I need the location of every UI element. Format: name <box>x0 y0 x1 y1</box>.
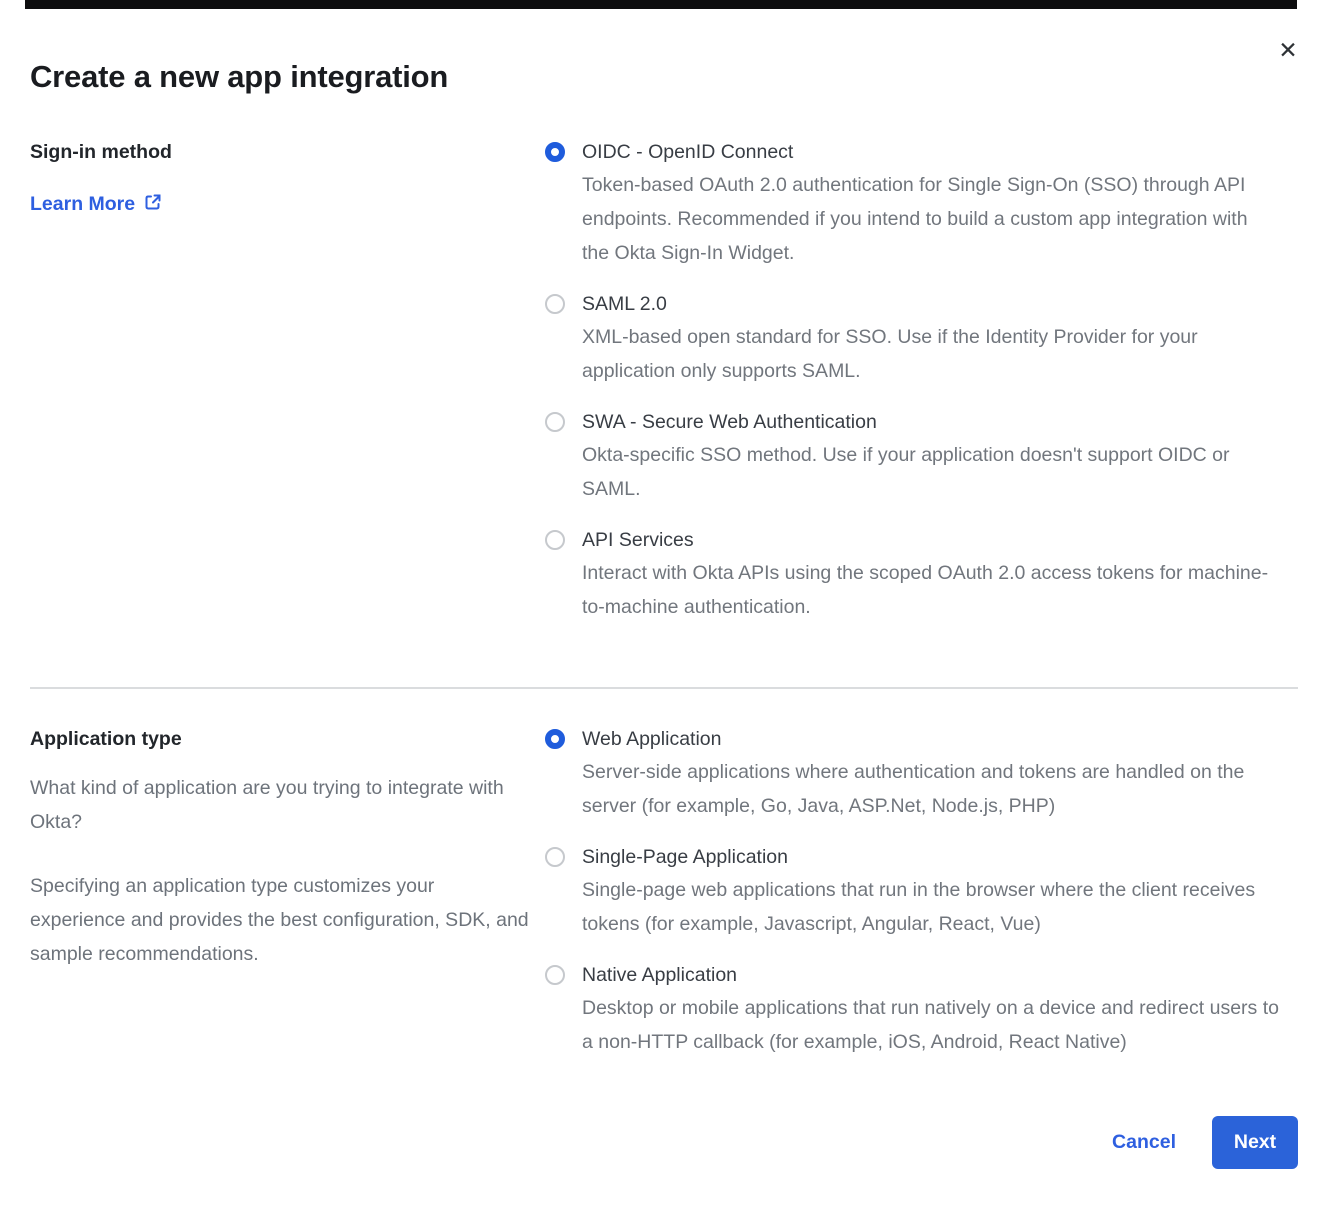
option-description: Server-side applications where authentic… <box>582 755 1280 823</box>
option-label: OIDC - OpenID Connect <box>582 140 1280 164</box>
create-app-integration-dialog: ✕ Create a new app integration Sign-in m… <box>0 0 1332 1210</box>
sign-in-method-label: Sign-in method <box>30 140 545 164</box>
option-description: Okta-specific SSO method. Use if your ap… <box>582 438 1280 506</box>
radio-option-saml[interactable]: SAML 2.0 XML-based open standard for SSO… <box>545 292 1280 388</box>
application-type-label: Application type <box>30 727 545 751</box>
radio-native-application-icon[interactable] <box>545 965 565 985</box>
radio-option-native-application[interactable]: Native Application Desktop or mobile app… <box>545 963 1280 1059</box>
radio-option-oidc[interactable]: OIDC - OpenID Connect Token-based OAuth … <box>545 140 1280 270</box>
section-divider <box>30 687 1298 689</box>
radio-option-swa[interactable]: SWA - Secure Web Authentication Okta-spe… <box>545 410 1280 506</box>
option-label: API Services <box>582 528 1280 552</box>
radio-swa-icon[interactable] <box>545 412 565 432</box>
option-description: Interact with Okta APIs using the scoped… <box>582 556 1280 624</box>
learn-more-link[interactable]: Learn More <box>30 191 162 216</box>
cancel-button[interactable]: Cancel <box>1112 1131 1176 1154</box>
option-description: Single-page web applications that run in… <box>582 873 1280 941</box>
option-label: SAML 2.0 <box>582 292 1280 316</box>
application-type-section: Application type What kind of applicatio… <box>30 727 1298 1059</box>
radio-oidc-icon[interactable] <box>545 142 565 162</box>
application-type-question: What kind of application are you trying … <box>30 771 535 839</box>
radio-single-page-application-icon[interactable] <box>545 847 565 867</box>
option-label: Single-Page Application <box>582 845 1280 869</box>
radio-web-application-icon[interactable] <box>545 729 565 749</box>
radio-saml-icon[interactable] <box>545 294 565 314</box>
option-description: XML-based open standard for SSO. Use if … <box>582 320 1280 388</box>
radio-option-web-application[interactable]: Web Application Server-side applications… <box>545 727 1280 823</box>
option-label: Native Application <box>582 963 1280 987</box>
option-label: SWA - Secure Web Authentication <box>582 410 1280 434</box>
option-label: Web Application <box>582 727 1280 751</box>
option-description: Token-based OAuth 2.0 authentication for… <box>582 168 1280 270</box>
radio-option-single-page-application[interactable]: Single-Page Application Single-page web … <box>545 845 1280 941</box>
sign-in-method-section: Sign-in method Learn More <box>30 140 1298 624</box>
dialog-footer: Cancel Next <box>30 1116 1298 1169</box>
radio-api-services-icon[interactable] <box>545 530 565 550</box>
radio-option-api-services[interactable]: API Services Interact with Okta APIs usi… <box>545 528 1280 624</box>
option-description: Desktop or mobile applications that run … <box>582 991 1280 1059</box>
external-link-icon <box>144 193 162 216</box>
learn-more-label: Learn More <box>30 192 135 216</box>
top-edge-bar <box>25 0 1297 9</box>
close-icon[interactable]: ✕ <box>1274 36 1302 64</box>
next-button[interactable]: Next <box>1212 1116 1298 1169</box>
dialog-title: Create a new app integration <box>30 58 1298 96</box>
application-type-help-text: Specifying an application type customize… <box>30 869 535 971</box>
